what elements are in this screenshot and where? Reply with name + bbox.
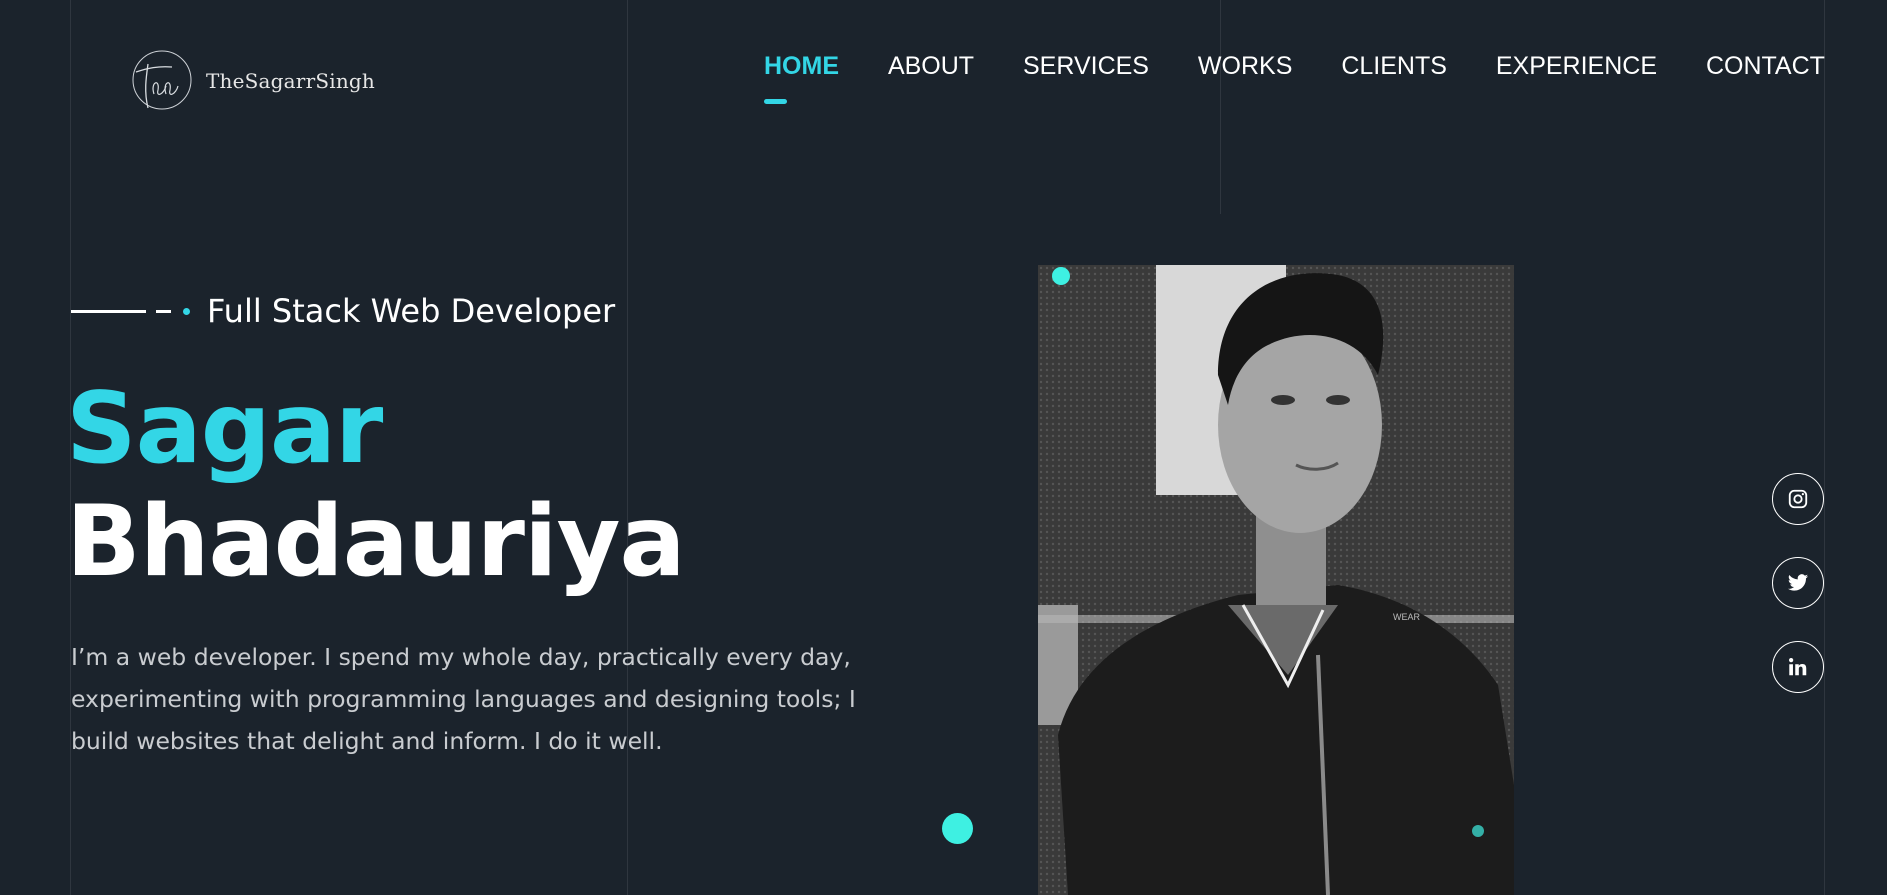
instagram-icon — [1787, 488, 1809, 510]
nav-services[interactable]: SERVICES — [1023, 52, 1149, 81]
nav-experience[interactable]: EXPERIENCE — [1496, 52, 1657, 81]
nav-works[interactable]: WORKS — [1198, 52, 1292, 81]
decorative-dash — [156, 309, 171, 313]
jacket-label: WEAR — [1393, 612, 1421, 622]
linkedin-button[interactable] — [1772, 641, 1824, 693]
role-heading: Full Stack Web Developer — [71, 292, 615, 330]
signature-logo-icon — [128, 50, 194, 112]
decorative-dot — [183, 307, 190, 315]
twitter-icon — [1786, 572, 1810, 594]
nav-about[interactable]: ABOUT — [888, 52, 974, 81]
main-nav: HOME ABOUT SERVICES WORKS CLIENTS EXPERI… — [764, 52, 1825, 104]
role-text: Full Stack Web Developer — [207, 292, 616, 330]
hero-bio: I’m a web developer. I spend my whole da… — [71, 643, 856, 755]
grid-line — [1824, 0, 1825, 895]
accent-dot — [1052, 267, 1070, 285]
decorative-line — [71, 309, 146, 313]
instagram-button[interactable] — [1772, 473, 1824, 525]
nav-home[interactable]: HOME — [764, 52, 839, 104]
brand-logo[interactable]: TheSagarrSingh — [128, 50, 375, 112]
accent-dot — [1472, 825, 1484, 837]
linkedin-icon — [1787, 656, 1809, 678]
grid-line — [1220, 0, 1221, 214]
nav-contact[interactable]: CONTACT — [1706, 52, 1825, 81]
profile-photo: WEAR — [1038, 265, 1514, 895]
nav-clients[interactable]: CLIENTS — [1341, 52, 1447, 81]
accent-dot — [942, 813, 973, 844]
hero-last-name: Bhadauriya — [66, 485, 686, 599]
hero-first-name: Sagar — [66, 372, 383, 486]
brand-name: TheSagarrSingh — [206, 69, 375, 93]
twitter-button[interactable] — [1772, 557, 1824, 609]
